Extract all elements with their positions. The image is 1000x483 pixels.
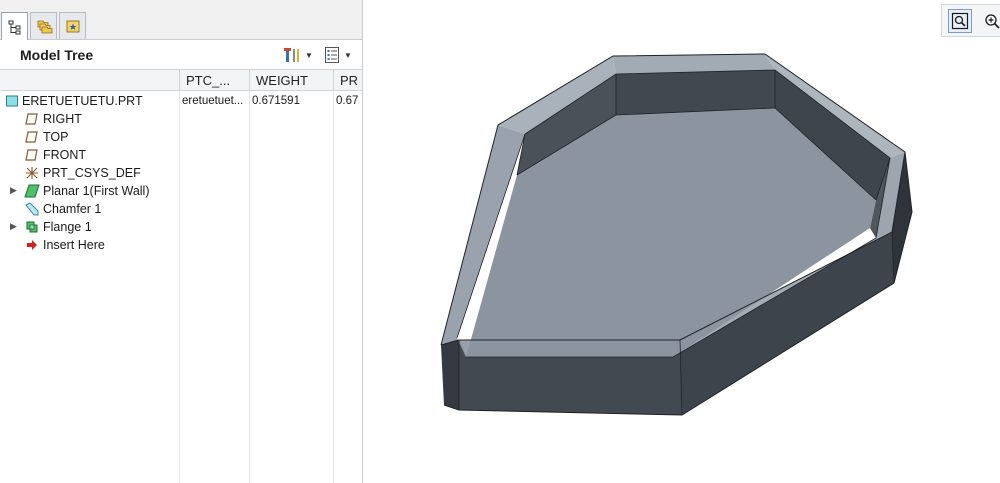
view-toolbar [941,4,1000,37]
zoom-in-icon [985,14,1000,29]
tree-item-label: RIGHT [43,112,82,126]
zoom-in-button[interactable] [980,9,1000,33]
tree-row-planar-wall[interactable]: ▶ Planar 1(First Wall) [0,182,362,200]
tree-item-label: FRONT [43,148,87,162]
tree-row-datum-plane-front[interactable]: FRONT [0,146,362,164]
tree-show-icon [325,47,339,63]
column-divider[interactable] [249,70,250,91]
column-divider[interactable] [179,70,180,91]
tree-row-insert-here[interactable]: Insert Here [0,236,362,254]
tree-tools-icon [284,48,299,62]
tree-item-label: ERETUETUETU.PRT [22,94,143,108]
cell-weight: 0.671591 [252,95,300,107]
column-header-row: PTC_... WEIGHT PR [0,69,362,91]
tab-favorites[interactable] [59,12,86,39]
tree-item-label: Flange 1 [43,220,92,234]
tree-item-label: TOP [43,130,69,144]
chevron-down-icon: ▼ [305,50,313,60]
navigator-tab-strip [0,0,362,41]
model-tree-panel: Model Tree ▼ ▼ PTC_... WEIGHT PR ERETUET… [0,0,363,483]
graphics-area[interactable] [364,0,1000,483]
datum-plane-icon [24,129,40,145]
cell-pr: 0.67 [336,95,359,107]
datum-plane-icon [24,111,40,127]
tree-show-button[interactable]: ▼ [323,45,352,65]
tree-row-datum-plane-top[interactable]: TOP [0,128,362,146]
flange-icon [24,219,40,235]
tab-model-tree[interactable] [1,12,28,41]
planar-wall-icon [24,183,40,199]
refit-view-icon [951,12,969,30]
panel-title: Model Tree [20,47,94,63]
chevron-down-icon: ▼ [344,50,352,60]
cell-ptc: eretuetuet... [182,95,244,107]
refit-button[interactable] [948,9,972,33]
tree-row-flange[interactable]: ▶ Flange 1 [0,218,362,236]
expand-arrow-icon[interactable]: ▶ [10,221,18,232]
coordinate-system-icon [24,165,40,181]
tree-row-chamfer[interactable]: Chamfer 1 [0,200,362,218]
expand-arrow-icon[interactable]: ▶ [10,185,18,196]
chamfer-icon [24,201,40,217]
insert-arrow-icon [24,237,40,253]
sheetmetal-tray-model [440,53,913,416]
tree-row-coordinate-system[interactable]: PRT_CSYS_DEF [0,164,362,182]
tree-tools-button[interactable]: ▼ [282,45,313,65]
tree-item-label: PRT_CSYS_DEF [43,166,141,180]
column-header-weight[interactable]: WEIGHT [256,73,308,88]
column-header-ptc[interactable]: PTC_... [186,73,230,88]
datum-plane-icon [24,147,40,163]
folder-browser-icon [37,20,52,34]
column-divider[interactable] [333,70,334,91]
tab-folder-browser[interactable] [30,12,57,39]
model-tree-icon [8,20,20,35]
tree-row-datum-plane-right[interactable]: RIGHT [0,110,362,128]
column-header-pr[interactable]: PR [340,73,358,88]
part-icon [4,93,20,109]
tree-item-label: Planar 1(First Wall) [43,184,150,198]
tree-row-root-part[interactable]: ERETUETUETU.PRT eretuetuet... 0.671591 0… [0,92,362,110]
favorites-icon [66,20,79,33]
tree-item-label: Chamfer 1 [43,202,102,216]
tree-item-label: Insert Here [43,238,105,252]
panel-header: Model Tree ▼ ▼ [0,40,362,69]
